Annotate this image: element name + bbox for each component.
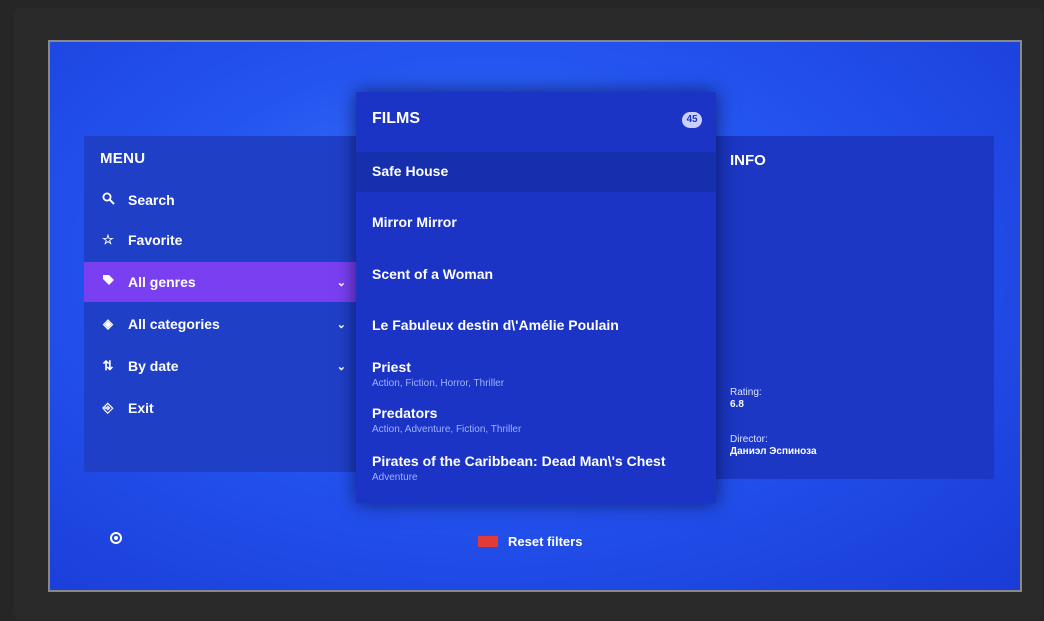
film-title: Pirates of the Caribbean: Dead Man\'s Ch… xyxy=(372,453,666,469)
menu-title: MENU xyxy=(100,150,146,167)
red-key-icon xyxy=(478,536,498,547)
film-title: Mirror Mirror xyxy=(372,214,457,230)
star-icon: ☆ xyxy=(102,232,114,247)
director-value: Даниэл Эспиноза xyxy=(730,446,817,457)
menu-item-label: Favorite xyxy=(128,232,183,248)
film-genres: Action, Adventure, Fiction, Thriller xyxy=(372,424,522,435)
info-panel: INFO Rating: 6.8 Director: Даниэл Эспино… xyxy=(716,136,994,479)
film-genres: Adventure xyxy=(372,472,418,483)
film-title: Predators xyxy=(372,405,438,421)
reset-filters-button[interactable]: Reset filters xyxy=(478,534,582,549)
films-title: FILMS xyxy=(372,110,420,127)
films-count-badge: 45 xyxy=(682,112,702,128)
reset-filters-label: Reset filters xyxy=(508,534,583,549)
film-genres: Action, Fiction, Horror, Thriller xyxy=(372,378,505,389)
chevron-down-icon: ⌄ xyxy=(336,318,346,331)
menu-item-label: Search xyxy=(128,192,175,208)
info-title: INFO xyxy=(730,152,766,169)
categories-icon: ◈ xyxy=(103,316,113,331)
menu-item-label: All genres xyxy=(128,274,196,290)
rating-label: Rating: xyxy=(730,387,762,398)
film-item-mirror-mirror[interactable]: Mirror Mirror xyxy=(356,203,716,243)
film-title: Priest xyxy=(372,359,411,375)
film-item-scent-of-a-woman[interactable]: Scent of a Woman xyxy=(356,255,716,295)
director-label: Director: xyxy=(730,434,768,445)
film-title: Scent of a Woman xyxy=(372,266,494,282)
menu-panel: MENU Search ☆ Favorite All genres ⌄ ◈ Al… xyxy=(84,136,360,472)
menu-item-all-categories[interactable]: ◈ All categories ⌄ xyxy=(84,304,360,344)
exit-icon: ⎆ xyxy=(102,400,114,415)
menu-item-exit[interactable]: ⎆ Exit xyxy=(84,388,360,428)
menu-item-search[interactable]: Search xyxy=(84,180,360,220)
film-item-amelie[interactable]: Le Fabuleux destin d\'Amélie Poulain xyxy=(356,306,716,346)
chevron-down-icon: ⌄ xyxy=(336,360,346,373)
chevron-down-icon: ⌄ xyxy=(336,276,346,289)
film-item-pirates[interactable]: Pirates of the Caribbean: Dead Man\'s Ch… xyxy=(356,447,716,497)
film-title: Le Fabuleux destin d\'Amélie Poulain xyxy=(372,317,619,333)
menu-item-by-date[interactable]: ⇅ By date ⌄ xyxy=(84,346,360,386)
rating-value: 6.8 xyxy=(730,399,744,410)
menu-item-favorite[interactable]: ☆ Favorite xyxy=(84,220,360,260)
menu-item-label: Exit xyxy=(128,400,154,416)
tag-icon xyxy=(98,274,118,290)
tv-screen: MENU Search ☆ Favorite All genres ⌄ ◈ Al… xyxy=(48,40,1022,592)
film-item-safe-house[interactable]: Safe House xyxy=(356,152,716,192)
record-icon[interactable] xyxy=(110,532,122,544)
menu-item-label: All categories xyxy=(128,316,220,332)
menu-item-all-genres[interactable]: All genres ⌄ xyxy=(84,262,360,302)
search-icon xyxy=(98,192,118,208)
films-panel: FILMS 45 Safe House Mirror Mirror Scent … xyxy=(356,92,716,503)
menu-item-label: By date xyxy=(128,358,179,374)
film-title: Safe House xyxy=(372,163,449,179)
film-item-predators[interactable]: Predators Action, Adventure, Fiction, Th… xyxy=(356,400,716,444)
film-item-priest[interactable]: Priest Action, Fiction, Horror, Thriller xyxy=(356,354,716,398)
sort-icon: ⇅ xyxy=(102,358,114,373)
